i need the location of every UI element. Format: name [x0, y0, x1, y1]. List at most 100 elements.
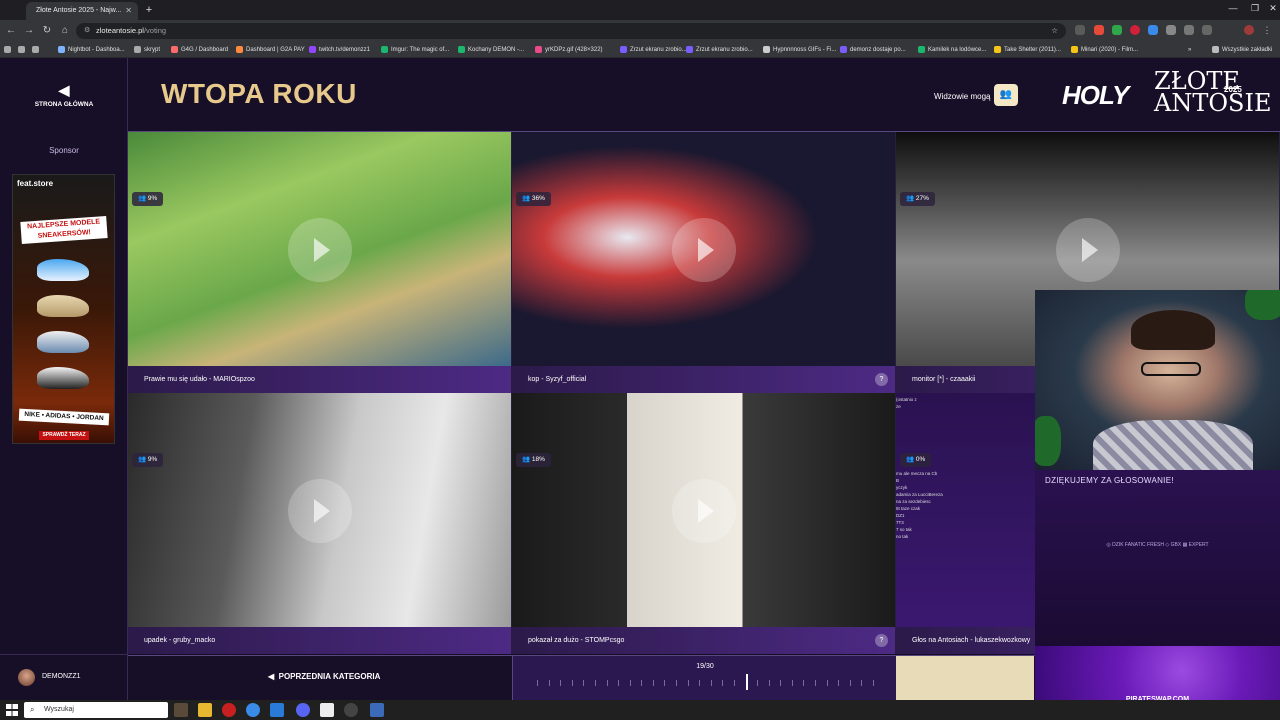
bookmark-item[interactable]: Zrzut ekranu zrobio...	[686, 42, 753, 58]
bookmark-item[interactable]: demonz dostaje po...	[840, 42, 906, 58]
progress-tick[interactable]	[803, 680, 805, 686]
progress-tick[interactable]	[768, 680, 770, 686]
progress-tick[interactable]	[676, 680, 678, 686]
app-icon[interactable]	[174, 703, 188, 717]
progress-tick[interactable]	[652, 680, 654, 686]
home-link[interactable]: ◀ STRONA GŁÓWNA	[0, 82, 128, 108]
bookmark-icon[interactable]	[18, 42, 28, 58]
progress-ticks[interactable]	[537, 674, 874, 690]
progress-tick[interactable]	[873, 680, 874, 686]
apps-icon[interactable]	[4, 42, 14, 58]
next-category-button[interactable]	[896, 656, 1034, 701]
browser-menu-icon[interactable]: ⋮	[1262, 25, 1272, 35]
progress-tick[interactable]	[548, 680, 550, 686]
play-icon[interactable]	[672, 479, 736, 543]
progress-tick[interactable]	[838, 680, 840, 686]
help-icon[interactable]: ?	[875, 373, 888, 386]
progress-tick[interactable]	[757, 680, 759, 686]
progress-tick[interactable]	[560, 680, 562, 686]
viewers-vote-button[interactable]: 👥	[994, 84, 1018, 106]
forward-icon[interactable]: →	[22, 24, 36, 38]
progress-tick[interactable]	[583, 680, 585, 686]
nominee-card[interactable]: 👥 36% kop - Syzyf_official?	[512, 132, 896, 393]
extension-icon[interactable]	[1094, 25, 1104, 35]
bookmark-item[interactable]: Kochany DEMON -...	[458, 42, 524, 58]
progress-tick[interactable]	[537, 680, 538, 686]
nominee-card[interactable]: 👥 9% Prawie mu się udało - MARIOspzoo	[128, 132, 512, 393]
bookmark-item[interactable]: Imgur: The magic of...	[381, 42, 449, 58]
progress-tick[interactable]	[733, 680, 735, 686]
all-bookmarks-folder[interactable]: Wszystkie zakładki	[1212, 42, 1272, 58]
progress-tick[interactable]	[687, 680, 689, 686]
progress-tick[interactable]	[606, 680, 608, 686]
notion-icon[interactable]	[320, 703, 334, 717]
chrome-icon[interactable]	[246, 703, 260, 717]
previous-category-button[interactable]: ◀ POPRZEDNIA KATEGORIA	[268, 672, 380, 681]
extension-icon[interactable]	[1148, 25, 1158, 35]
progress-tick[interactable]	[849, 680, 851, 686]
progress-tick[interactable]	[780, 680, 782, 686]
tab-close-icon[interactable]: ✕	[125, 2, 132, 20]
active-app-icon[interactable]	[370, 703, 384, 717]
ad-cta-button[interactable]: SPRAWDŹ TERAZ	[39, 431, 89, 440]
bookmark-item[interactable]: G4G / Dashboard	[171, 42, 228, 58]
help-icon[interactable]: ?	[875, 634, 888, 647]
extension-icon[interactable]	[1075, 25, 1085, 35]
site-info-icon[interactable]: ⚙	[84, 23, 90, 39]
progress-tick[interactable]	[722, 680, 724, 686]
play-icon[interactable]	[672, 218, 736, 282]
progress-tick[interactable]	[861, 680, 863, 686]
nominee-card[interactable]: 👥 9% upadek - gruby_macko	[128, 393, 512, 654]
reload-icon[interactable]: ↻	[40, 24, 54, 38]
start-menu-icon[interactable]	[6, 704, 18, 716]
progress-tick[interactable]	[629, 680, 631, 686]
progress-tick[interactable]	[815, 680, 817, 686]
new-tab-icon[interactable]: +	[142, 2, 156, 18]
more-bookmarks-icon[interactable]: »	[1188, 42, 1191, 58]
bookmark-star-icon[interactable]: ☆	[1051, 23, 1058, 39]
back-icon[interactable]: ←	[4, 24, 18, 38]
store-icon[interactable]	[270, 703, 284, 717]
sponsor-ad-banner[interactable]: feat.store NAJLEPSZE MODELE SNEAKERSÓW! …	[12, 174, 115, 444]
progress-tick[interactable]	[618, 680, 620, 686]
bookmark-icon[interactable]	[32, 42, 42, 58]
opera-icon[interactable]	[222, 703, 236, 717]
bookmark-item[interactable]: yrKDPz.gif (428×322)	[535, 42, 603, 58]
profile-avatar-icon[interactable]	[1244, 25, 1254, 35]
home-icon[interactable]: ⌂	[58, 24, 72, 38]
minimize-icon[interactable]: —	[1222, 3, 1244, 13]
play-icon[interactable]	[288, 218, 352, 282]
nominee-card[interactable]: 👥 18% pokazał za dużo - STOMPcsgo?	[512, 393, 896, 654]
bookmark-item[interactable]: Hypnnnnoss GIFs - Fi...	[763, 42, 836, 58]
bookmark-item[interactable]: Take Shelter (2011)...	[994, 42, 1061, 58]
file-explorer-icon[interactable]	[198, 703, 212, 717]
bookmark-item[interactable]: twitch.tv/demonzz1	[309, 42, 370, 58]
progress-tick[interactable]	[791, 680, 793, 686]
user-panel[interactable]: DEMONZZ1	[0, 654, 128, 700]
bookmark-item[interactable]: Kamilek na lodówce...	[918, 42, 986, 58]
extensions-puzzle-icon[interactable]	[1202, 25, 1212, 35]
close-window-icon[interactable]: ✕	[1262, 3, 1280, 14]
bookmark-item[interactable]: Zrzut ekranu zrobio...	[620, 42, 687, 58]
obs-icon[interactable]	[344, 703, 358, 717]
browser-tab[interactable]: Złote Antosie 2025 - Najw... ✕	[26, 2, 138, 20]
progress-tick[interactable]	[594, 680, 596, 686]
play-icon[interactable]	[1056, 218, 1120, 282]
progress-tick[interactable]	[664, 680, 666, 686]
bookmark-item[interactable]: Minari (2020) - Film...	[1071, 42, 1138, 58]
discord-icon[interactable]	[296, 703, 310, 717]
extension-icon[interactable]	[1166, 25, 1176, 35]
bookmark-item[interactable]: Dashboard | G2A PAY	[236, 42, 305, 58]
progress-tick[interactable]	[699, 680, 701, 686]
extension-icon[interactable]	[1130, 25, 1140, 35]
extension-icon[interactable]	[1112, 25, 1122, 35]
progress-tick[interactable]	[571, 680, 573, 686]
progress-tick[interactable]	[826, 680, 828, 686]
progress-tick-current[interactable]	[745, 674, 748, 690]
progress-tick[interactable]	[641, 680, 643, 686]
play-icon[interactable]	[288, 479, 352, 543]
taskbar-search[interactable]: ⌕ Wyszukaj	[24, 702, 168, 718]
bookmark-item[interactable]: skrypt	[134, 42, 160, 58]
progress-tick[interactable]	[710, 680, 712, 686]
address-bar[interactable]: ⚙ zloteantosie.pl/voting ☆	[76, 23, 1066, 39]
